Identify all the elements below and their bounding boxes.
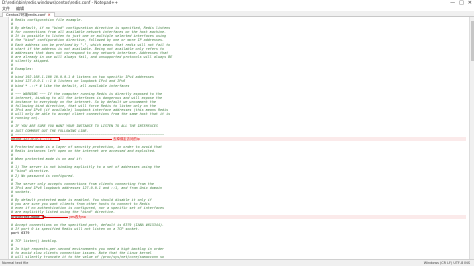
line-number-gutter <box>0 17 9 259</box>
annotation-arrow <box>60 138 112 140</box>
vertical-scrollbar[interactable] <box>469 17 474 259</box>
editor-window: D:\redis\bin\redis.windows\centos\redis.… <box>0 0 474 266</box>
status-bar: Normal text file Windows (CR LF) UTF-8 I… <box>0 259 474 266</box>
annotation-arrow <box>44 216 68 218</box>
status-encoding: Windows (CR LF) UTF-8 INS <box>423 261 470 265</box>
editor-lines[interactable]: # Redis configuration file example. # # By… <box>11 18 466 266</box>
text-editor[interactable]: # Redis configuration file example. # # By… <box>0 17 474 266</box>
status-file-type: Normal text file <box>2 261 29 265</box>
